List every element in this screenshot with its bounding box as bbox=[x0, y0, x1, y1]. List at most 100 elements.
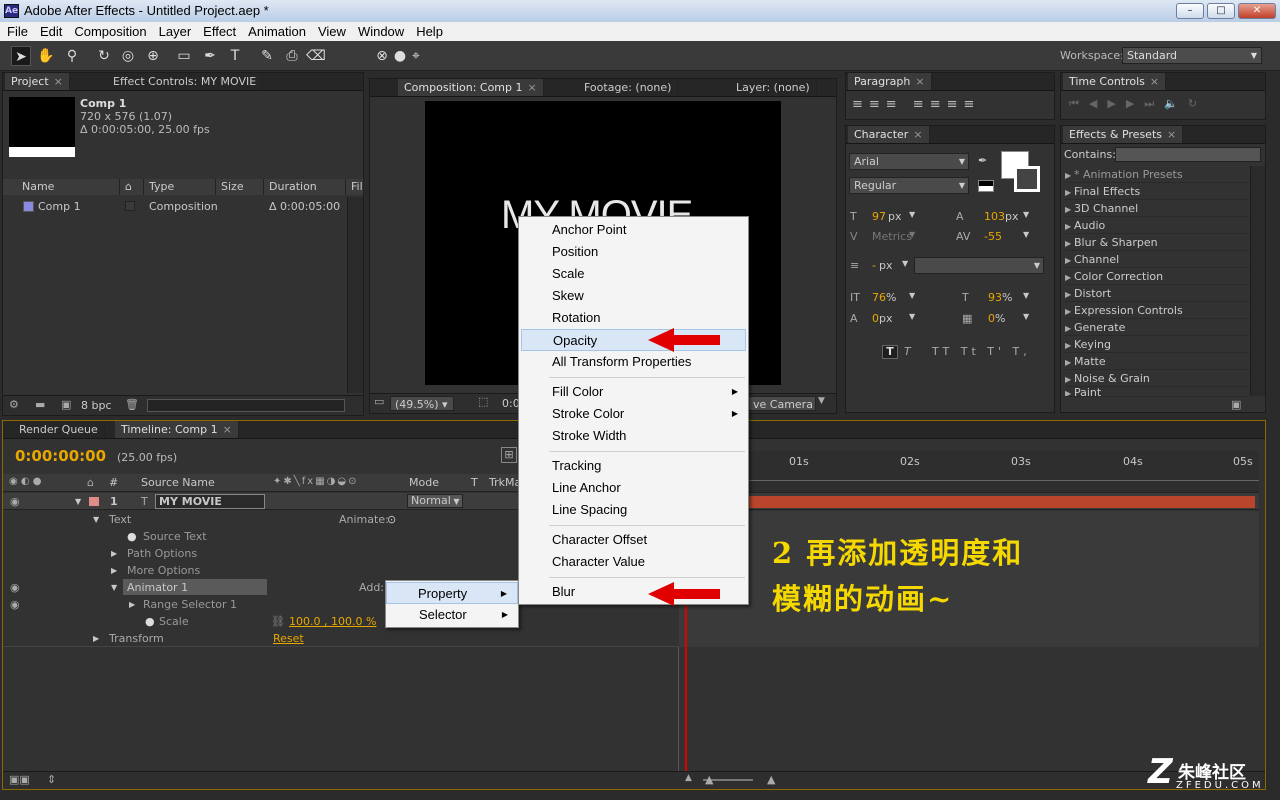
baseline-shift-value[interactable]: 0 bbox=[872, 312, 879, 325]
menu-help[interactable]: Help bbox=[409, 22, 448, 41]
bpc-label[interactable]: 8 bpc bbox=[81, 399, 112, 412]
stopwatch-icon[interactable]: ● bbox=[145, 613, 155, 630]
tab-paragraph[interactable]: Paragraph × bbox=[848, 73, 932, 90]
tab-effect-controls[interactable]: Effect Controls: MY MOVIE bbox=[107, 73, 264, 90]
zoom-in-icon[interactable]: ▲ bbox=[767, 773, 775, 786]
maximize-button[interactable]: □ bbox=[1207, 3, 1235, 19]
col-label-icon[interactable]: ⌂ bbox=[120, 179, 144, 195]
close-icon[interactable]: × bbox=[528, 81, 537, 94]
horizontal-scale-value[interactable]: 93 bbox=[988, 291, 1002, 304]
orbit-camera-icon[interactable]: ◎ bbox=[118, 46, 138, 66]
tab-timeline[interactable]: Timeline: Comp 1 × bbox=[115, 421, 239, 438]
tab-effects-presets[interactable]: Effects & Presets × bbox=[1063, 126, 1184, 143]
kerning-value[interactable]: Metrics bbox=[872, 230, 912, 243]
menu-item-scale[interactable]: Scale bbox=[519, 263, 748, 285]
tab-composition[interactable]: Composition: Comp 1 × bbox=[398, 79, 544, 96]
new-folder-icon[interactable]: ▬ bbox=[35, 398, 45, 411]
chevron-down-icon[interactable]: ▼ bbox=[909, 312, 915, 321]
new-comp-icon[interactable]: ▣ bbox=[61, 398, 71, 411]
stroke-color-swatch[interactable] bbox=[1014, 166, 1040, 192]
switches-icons[interactable]: ✦✱╲fx▦◑◒⊙ bbox=[273, 476, 359, 487]
selection-tool-icon[interactable]: ➤ bbox=[11, 46, 31, 66]
link-icon[interactable]: ⛓ bbox=[271, 613, 285, 630]
reset-link[interactable]: Reset bbox=[273, 630, 304, 647]
close-button[interactable]: ✕ bbox=[1238, 3, 1276, 19]
menu-item-all-transform[interactable]: All Transform Properties bbox=[519, 351, 748, 373]
label-column-icon[interactable]: ⌂ bbox=[87, 476, 94, 489]
menu-animation[interactable]: Animation bbox=[241, 22, 311, 41]
scale-value[interactable]: 100.0 , 100.0 % bbox=[289, 613, 376, 630]
faux-bold-icon[interactable]: T bbox=[882, 345, 898, 359]
triangle-down-icon[interactable]: ▼ bbox=[93, 511, 99, 528]
text-tool-icon[interactable]: T bbox=[225, 46, 245, 66]
stroke-style-select[interactable]: ▼ bbox=[914, 257, 1044, 274]
col-mode[interactable]: Mode bbox=[409, 476, 439, 489]
col-duration[interactable]: Duration bbox=[264, 179, 346, 195]
chevron-down-icon[interactable]: ▼ bbox=[1023, 291, 1029, 300]
layer-duration-bar[interactable] bbox=[749, 496, 1255, 508]
effects-category[interactable]: ▶ Blur & Sharpen bbox=[1065, 234, 1249, 251]
menu-item-line-anchor[interactable]: Line Anchor bbox=[519, 477, 748, 499]
zoom-select[interactable]: (49.5%) ▾ bbox=[390, 396, 454, 411]
prop-row[interactable]: ● Scale ⛓ 100.0 , 100.0 % bbox=[3, 613, 679, 630]
prop-animator-label[interactable]: Animator 1 bbox=[123, 579, 267, 595]
effects-scrollbar[interactable] bbox=[1250, 166, 1265, 396]
effects-category[interactable]: ▶ Keying bbox=[1065, 336, 1249, 353]
effects-category[interactable]: ▶ Distort bbox=[1065, 285, 1249, 302]
eye-icon[interactable]: ◉ bbox=[10, 493, 20, 510]
pan-behind-icon[interactable]: ⊕ bbox=[143, 46, 163, 66]
font-size-value[interactable]: 97 bbox=[872, 210, 886, 223]
effects-category[interactable]: ▶ 3D Channel bbox=[1065, 200, 1249, 217]
stopwatch-icon[interactable]: ● bbox=[127, 528, 137, 545]
add-label[interactable]: Add: bbox=[359, 579, 384, 596]
modes-toggle-icon[interactable]: ⇕ bbox=[47, 773, 56, 786]
menu-item-character-value[interactable]: Character Value bbox=[519, 551, 748, 573]
close-icon[interactable]: × bbox=[1167, 128, 1176, 141]
menu-item-property[interactable]: Property ▶ bbox=[386, 582, 518, 604]
chevron-down-icon[interactable]: ▼ bbox=[909, 210, 915, 219]
tab-render-queue[interactable]: Render Queue bbox=[13, 421, 105, 438]
time-ruler[interactable]: 01s 02s 03s 04s 05s bbox=[679, 451, 1259, 493]
triangle-right-icon[interactable]: ▶ bbox=[111, 562, 117, 579]
col-file[interactable]: Fil bbox=[346, 179, 364, 195]
menu-item-fill-color[interactable]: Fill Color ▶ bbox=[519, 381, 748, 403]
close-icon[interactable]: × bbox=[54, 75, 63, 88]
menu-item-character-offset[interactable]: Character Offset bbox=[519, 529, 748, 551]
menu-item-stroke-color[interactable]: Stroke Color ▶ bbox=[519, 403, 748, 425]
new-folder-icon[interactable]: ▣ bbox=[1231, 398, 1241, 411]
align-buttons[interactable]: ≡≡≡ ≡≡≡≡ bbox=[852, 97, 980, 112]
comp-mini-flowchart-icon[interactable]: ⊞ bbox=[501, 447, 517, 463]
effects-category[interactable]: ▶ Audio bbox=[1065, 217, 1249, 234]
close-icon[interactable]: × bbox=[915, 75, 924, 88]
animate-label[interactable]: Animate: bbox=[339, 511, 389, 528]
tab-layer[interactable]: Layer: (none) bbox=[730, 79, 817, 96]
camera-select[interactable]: ve Camera bbox=[748, 396, 816, 411]
menu-item-rotation[interactable]: Rotation bbox=[519, 307, 748, 329]
monitor-icon[interactable]: ▭ bbox=[374, 395, 384, 408]
close-icon[interactable]: × bbox=[1150, 75, 1159, 88]
col-size[interactable]: Size bbox=[216, 179, 264, 195]
menu-item-position[interactable]: Position bbox=[519, 241, 748, 263]
stroke-width-value[interactable]: - bbox=[872, 259, 876, 272]
timecode[interactable]: 0:00:00:00 bbox=[15, 447, 106, 465]
interpret-footage-icon[interactable]: ⚙ bbox=[9, 398, 19, 411]
brush-tool-icon[interactable]: ✎ bbox=[257, 46, 277, 66]
clone-stamp-icon[interactable]: ⎙ bbox=[282, 46, 302, 66]
triangle-right-icon[interactable]: ▶ bbox=[129, 596, 135, 613]
triangle-down-icon[interactable]: ▼ bbox=[75, 493, 81, 510]
faux-italic-icon[interactable]: T bbox=[904, 345, 911, 358]
animate-menu-icon[interactable]: ⊙ bbox=[387, 511, 396, 528]
tab-footage[interactable]: Footage: (none) bbox=[578, 79, 679, 96]
menu-window[interactable]: Window bbox=[351, 22, 409, 41]
tab-project[interactable]: Project × bbox=[5, 73, 70, 90]
effects-category[interactable]: ▶ Channel bbox=[1065, 251, 1249, 268]
eye-icon[interactable]: ◉ bbox=[10, 596, 20, 613]
effects-category[interactable]: ▶ Expression Controls bbox=[1065, 302, 1249, 319]
effects-category[interactable]: ▶ * Animation Presets bbox=[1065, 166, 1249, 183]
triangle-right-icon[interactable]: ▶ bbox=[111, 545, 117, 562]
rotate-tool-icon[interactable]: ↻ bbox=[94, 46, 114, 66]
effects-category[interactable]: ▶ Generate bbox=[1065, 319, 1249, 336]
tab-time-controls[interactable]: Time Controls × bbox=[1063, 73, 1167, 90]
chevron-down-icon[interactable]: ▼ bbox=[909, 230, 915, 239]
chevron-down-icon[interactable]: ▼ bbox=[909, 291, 915, 300]
